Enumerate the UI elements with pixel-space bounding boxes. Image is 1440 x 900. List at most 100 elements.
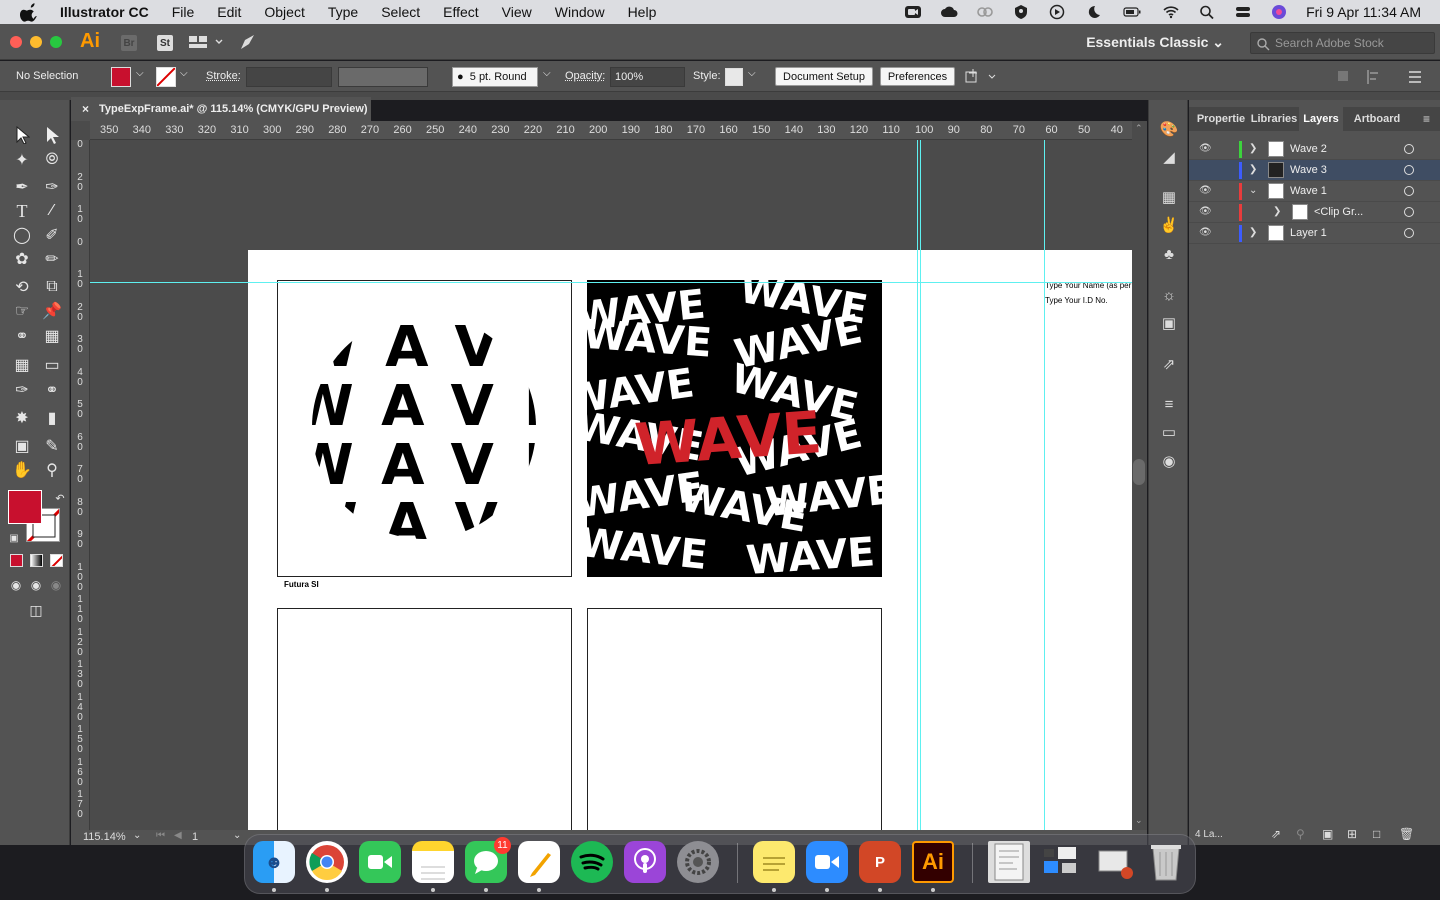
target-icon[interactable] bbox=[1404, 144, 1414, 154]
layer-row[interactable]: 👁 ❯ Layer 1 bbox=[1189, 223, 1440, 244]
mesh-tool-icon[interactable]: ▦ bbox=[12, 355, 32, 375]
guide-vertical-3[interactable] bbox=[1044, 140, 1045, 830]
stroke-panel-icon[interactable]: ≡ bbox=[1160, 395, 1178, 413]
color-mode-icon[interactable] bbox=[10, 554, 23, 567]
curvature-tool-icon[interactable]: ✑ bbox=[42, 177, 62, 197]
layer-row[interactable]: 👁 ⌄ Wave 1 bbox=[1189, 181, 1440, 202]
close-window-button[interactable] bbox=[10, 36, 22, 48]
close-icon[interactable]: × bbox=[82, 102, 89, 116]
zoom-level[interactable]: 115.14% bbox=[83, 831, 126, 843]
layer-name[interactable]: <Clip Gr... bbox=[1314, 206, 1363, 218]
menu-window[interactable]: Window bbox=[555, 4, 605, 20]
gradient-tool-icon[interactable]: ▭ bbox=[42, 355, 62, 375]
symbols-icon[interactable]: ♣ bbox=[1160, 245, 1178, 263]
scrollbar-thumb[interactable] bbox=[1133, 459, 1145, 485]
target-icon[interactable] bbox=[1404, 228, 1414, 238]
document-setup-button[interactable]: Document Setup bbox=[775, 67, 873, 86]
chevron-right-icon[interactable]: ❯ bbox=[1249, 227, 1257, 238]
artwork-frame-circle[interactable]: WAVE WAVE WAVE WAVE bbox=[277, 280, 572, 577]
default-colors-icon[interactable]: ▣ bbox=[4, 528, 24, 548]
artboard-tool-icon[interactable]: ▣ bbox=[12, 436, 32, 456]
document-tab[interactable]: × TypeExpFrame.ai* @ 115.14% (CMYK/GPU P… bbox=[71, 97, 371, 121]
chevron-down-icon[interactable]: ⌵ bbox=[543, 68, 551, 79]
scale-tool-icon[interactable]: ⧉ bbox=[42, 277, 62, 297]
artboard-number[interactable]: 1 bbox=[192, 831, 198, 843]
slice-tool-icon[interactable]: ✎ bbox=[42, 436, 62, 456]
layer-name[interactable]: Wave 3 bbox=[1290, 164, 1327, 176]
arrange-icon[interactable] bbox=[965, 68, 999, 86]
column-graph-icon[interactable]: ▮ bbox=[42, 408, 62, 428]
paintbrush-icon[interactable]: ✐ bbox=[42, 225, 62, 245]
shaper-tool-icon[interactable]: ✿ bbox=[12, 249, 32, 269]
stock-search-input[interactable]: Search Adobe Stock bbox=[1250, 32, 1435, 54]
tab-layers[interactable]: Layers bbox=[1299, 107, 1343, 131]
vertical-ruler[interactable]: 0201001020304050607080901001101201301401… bbox=[71, 140, 90, 830]
opacity-label[interactable]: Opacity: bbox=[565, 70, 605, 82]
visibility-eye-icon[interactable]: 👁 bbox=[1199, 185, 1212, 197]
system-preferences-icon[interactable] bbox=[677, 841, 719, 883]
tab-properties[interactable]: Propertie bbox=[1193, 107, 1249, 131]
finder-icon[interactable]: ☻ bbox=[253, 841, 295, 883]
new-layer-icon[interactable]: □ bbox=[1373, 827, 1380, 841]
artboard[interactable]: WAVE WAVE WAVE WAVE WAVE WAVE WAVE WAVE … bbox=[248, 250, 1132, 830]
vertical-scrollbar[interactable]: ⌃ ⌄ bbox=[1132, 121, 1147, 830]
line-tool-icon[interactable]: ∕ bbox=[42, 201, 62, 221]
graphic-styles-icon[interactable]: ▣ bbox=[1160, 314, 1178, 332]
stroke-swatch[interactable] bbox=[156, 67, 176, 87]
tab-artboard[interactable]: Artboard bbox=[1345, 107, 1409, 131]
empty-frame-3[interactable] bbox=[277, 608, 572, 830]
fill-swatch[interactable] bbox=[111, 67, 131, 87]
zoom-app-icon[interactable] bbox=[806, 841, 848, 883]
tab-libraries[interactable]: Libraries bbox=[1249, 107, 1299, 131]
fill-color-front[interactable] bbox=[8, 490, 42, 524]
control-center-icon[interactable] bbox=[1234, 4, 1252, 20]
menu-view[interactable]: View bbox=[502, 4, 532, 20]
menu-edit[interactable]: Edit bbox=[217, 4, 241, 20]
artwork-frame-pattern[interactable]: WAVE WAVE WAVE WAVE WAVE WAVE WAVE WAVE … bbox=[587, 280, 882, 577]
preview-thumbnail-icon[interactable] bbox=[988, 841, 1030, 883]
hand-tool-icon[interactable]: ✋ bbox=[12, 460, 32, 480]
clipping-mask-icon[interactable]: ▣ bbox=[1322, 827, 1333, 841]
zoom-window-button[interactable] bbox=[50, 36, 62, 48]
search-icon[interactable] bbox=[1198, 4, 1216, 20]
trash-icon[interactable] bbox=[1145, 841, 1187, 883]
powerpoint-icon[interactable]: P bbox=[859, 841, 901, 883]
panel-menu-icon[interactable]: ≡ bbox=[1423, 112, 1430, 126]
direct-selection-tool-icon[interactable] bbox=[42, 125, 62, 145]
delete-icon[interactable]: 🗑 bbox=[1399, 827, 1414, 841]
symbol-sprayer-icon[interactable]: ✸ bbox=[12, 408, 32, 428]
gradient-mode-icon[interactable] bbox=[30, 554, 43, 567]
sync-icon[interactable] bbox=[976, 4, 994, 20]
spotify-icon[interactable] bbox=[571, 841, 613, 883]
variable-width-profile[interactable] bbox=[338, 67, 428, 87]
id-placeholder-text[interactable]: Type Your I.D No. bbox=[1045, 296, 1108, 305]
type-tool-icon[interactable]: T bbox=[12, 201, 32, 221]
layer-row[interactable]: 👁 ❯ <Clip Gr... bbox=[1189, 202, 1440, 223]
wifi-icon[interactable] bbox=[1162, 4, 1180, 20]
chevron-down-icon[interactable]: ⌄ bbox=[233, 830, 241, 841]
screen-mode-icon[interactable]: ◫ bbox=[26, 600, 46, 620]
play-icon[interactable] bbox=[1048, 4, 1066, 20]
guide-vertical-1[interactable] bbox=[917, 140, 918, 830]
export-icon[interactable]: ⇗ bbox=[1271, 827, 1281, 841]
apple-icon[interactable] bbox=[20, 2, 40, 22]
color-panel-icon[interactable]: 🎨 bbox=[1160, 120, 1179, 138]
zoom-tool-icon[interactable]: ⚲ bbox=[42, 460, 62, 480]
menu-effect[interactable]: Effect bbox=[443, 4, 479, 20]
layer-name[interactable]: Wave 1 bbox=[1290, 185, 1327, 197]
magic-wand-icon[interactable]: ✦ bbox=[12, 150, 32, 170]
new-sublayer-icon[interactable]: ⊞ bbox=[1347, 827, 1357, 841]
stickies-icon[interactable] bbox=[753, 841, 795, 883]
creative-cloud-icon[interactable] bbox=[940, 4, 958, 20]
blend-tool-icon[interactable]: ⚭ bbox=[42, 380, 62, 400]
align-icons[interactable] bbox=[1336, 68, 1432, 86]
pencil-icon[interactable]: ✏ bbox=[42, 249, 62, 269]
previous-artboard-icon[interactable]: ◀ bbox=[174, 830, 182, 841]
draw-normal-icon[interactable]: ◉ bbox=[6, 575, 26, 595]
menu-type[interactable]: Type bbox=[328, 4, 358, 20]
layer-name[interactable]: Layer 1 bbox=[1290, 227, 1327, 239]
pages-icon[interactable] bbox=[518, 841, 560, 883]
target-icon[interactable] bbox=[1404, 165, 1414, 175]
selection-tool-icon[interactable] bbox=[12, 125, 32, 145]
warp-tool-icon[interactable]: ☞ bbox=[12, 301, 32, 321]
